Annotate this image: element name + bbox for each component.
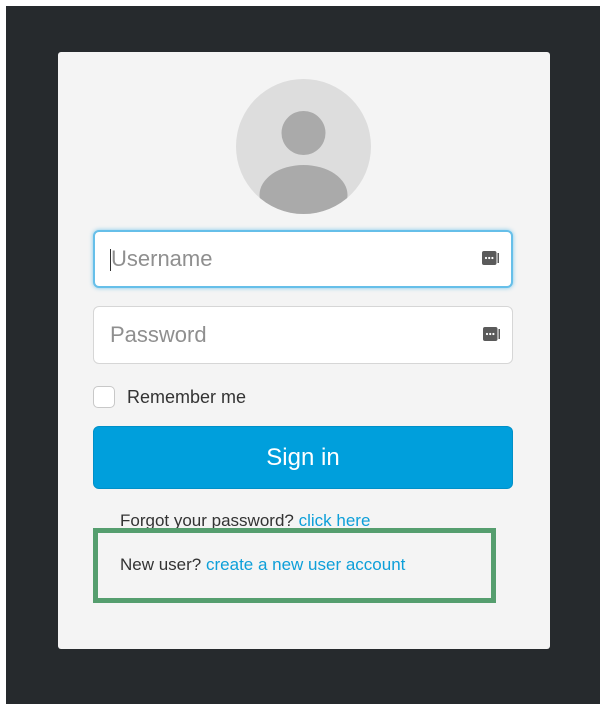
text-cursor: [110, 249, 111, 271]
password-manager-key-icon[interactable]: [482, 251, 499, 265]
remember-me-row[interactable]: Remember me: [93, 384, 246, 410]
password-input[interactable]: [110, 307, 460, 363]
password-field[interactable]: [93, 306, 513, 364]
username-field[interactable]: [93, 230, 513, 288]
sign-in-button[interactable]: Sign in: [93, 426, 513, 489]
new-user-text: New user?: [120, 555, 202, 574]
forgot-password-link[interactable]: click here: [299, 511, 371, 530]
forgot-password-text: Forgot your password?: [120, 511, 294, 530]
create-account-link[interactable]: create a new user account: [206, 555, 405, 574]
username-input[interactable]: [111, 232, 461, 286]
remember-me-label[interactable]: Remember me: [127, 387, 246, 408]
user-avatar-icon: [236, 79, 371, 214]
new-user-line: New user? create a new user account: [120, 555, 405, 575]
login-card: Remember me Sign in Forgot your password…: [58, 52, 550, 649]
forgot-password-line: Forgot your password? click here: [120, 511, 370, 531]
password-manager-key-icon[interactable]: [483, 327, 500, 341]
remember-me-checkbox[interactable]: [93, 386, 115, 408]
